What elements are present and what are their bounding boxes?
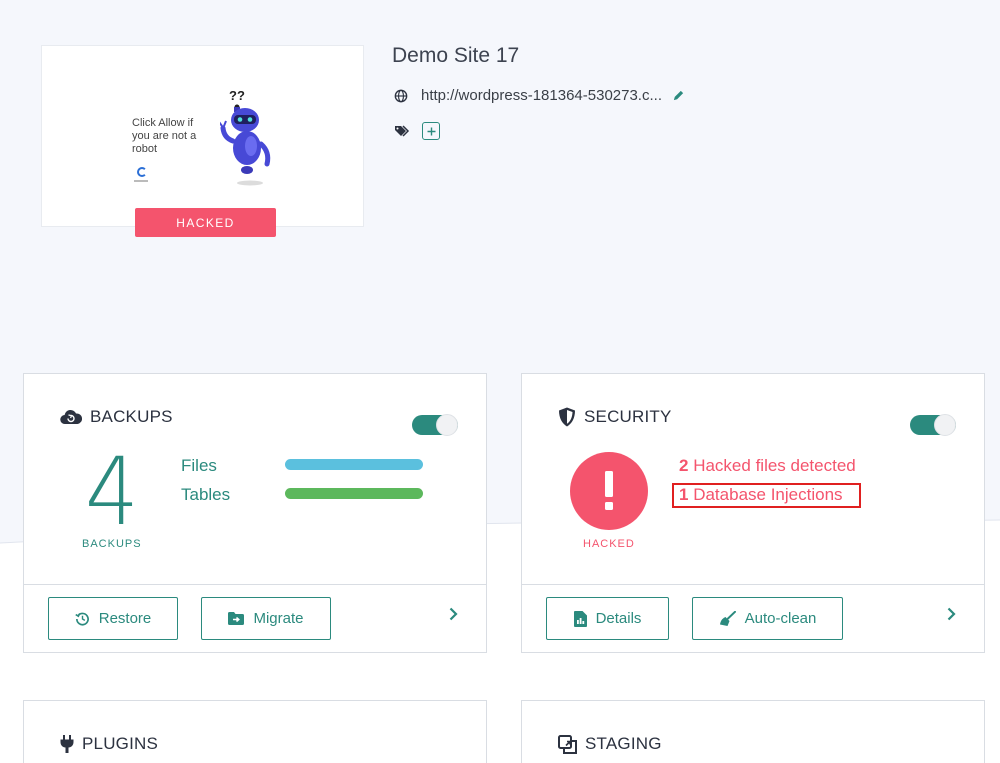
thumbnail-text: Click Allow if you are not a robot — [132, 117, 197, 155]
cloud-backup-icon — [60, 409, 82, 425]
report-icon — [573, 610, 587, 627]
auto-clean-button[interactable]: Auto-clean — [692, 597, 843, 640]
restore-icon — [75, 611, 90, 626]
staging-copy-icon — [558, 734, 577, 754]
files-label: Files — [181, 456, 217, 475]
plugins-title-text: PLUGINS — [82, 734, 159, 753]
staging-card: STAGING — [521, 700, 985, 763]
plugins-card-title: PLUGINS — [60, 734, 158, 754]
chevron-right-icon[interactable] — [947, 607, 956, 621]
plug-icon — [60, 735, 74, 753]
auto-clean-label: Auto-clean — [744, 610, 817, 627]
backups-title-text: BACKUPS — [90, 407, 173, 426]
hacked-status-ribbon: HACKED — [135, 208, 276, 237]
plus-icon — [427, 127, 435, 135]
security-card-title: SECURITY — [558, 407, 672, 427]
shield-icon — [558, 407, 576, 427]
globe-icon — [394, 89, 408, 102]
details-label: Details — [595, 610, 642, 627]
hacked-files-text: Hacked files detected — [693, 456, 856, 475]
spinner-caption — [134, 180, 148, 182]
robot-question-marks: ?? — [229, 88, 245, 103]
site-url-row: http://wordpress-181364-530273.c... — [394, 87, 685, 104]
hacked-files-count: 2 — [679, 456, 689, 475]
details-button[interactable]: Details — [546, 597, 669, 640]
staging-title-text: STAGING — [585, 734, 662, 753]
tables-bar — [285, 488, 423, 499]
backups-count-label: BACKUPS — [82, 538, 142, 550]
security-card: SECURITY HACKED 2 Hacked files detected … — [521, 373, 985, 653]
restore-button[interactable]: Restore — [48, 597, 178, 640]
add-tag-button[interactable] — [422, 122, 440, 140]
backups-card: BACKUPS 4 BACKUPS Files Tables Restore M… — [23, 373, 487, 653]
security-toggle[interactable] — [910, 414, 956, 436]
tables-label: Tables — [181, 485, 231, 504]
robot-illustration-icon: ?? — [220, 88, 271, 186]
broom-icon — [719, 611, 736, 626]
tags-icon — [395, 125, 410, 137]
hacked-files-line[interactable]: 2 Hacked files detected — [679, 456, 856, 476]
plugins-card: PLUGINS — [23, 700, 487, 763]
pencil-icon[interactable] — [672, 89, 685, 102]
security-status-label: HACKED — [583, 538, 635, 550]
highlight-box — [672, 483, 861, 508]
backups-card-title: BACKUPS — [60, 407, 173, 427]
card-divider — [24, 584, 486, 585]
toggle-knob — [436, 414, 458, 436]
migrate-button[interactable]: Migrate — [201, 597, 331, 640]
restore-label: Restore — [98, 610, 152, 627]
card-divider — [522, 584, 984, 585]
files-bar — [285, 459, 423, 470]
loading-spinner-icon — [137, 167, 147, 177]
backups-toggle[interactable] — [412, 414, 458, 436]
site-title: Demo Site 17 — [392, 44, 520, 67]
site-url-link[interactable]: http://wordpress-181364-530273.c... — [421, 87, 662, 104]
site-thumbnail[interactable]: Click Allow if you are not a robot ?? — [41, 45, 364, 227]
chevron-right-icon[interactable] — [449, 607, 458, 621]
backups-count: 4 — [84, 438, 139, 547]
toggle-knob — [934, 414, 956, 436]
security-title-text: SECURITY — [584, 407, 672, 426]
tags-row — [395, 122, 440, 140]
migrate-folder-icon — [228, 612, 245, 625]
hacked-alert-icon — [570, 452, 648, 530]
migrate-label: Migrate — [253, 610, 304, 627]
staging-card-title: STAGING — [558, 734, 662, 754]
